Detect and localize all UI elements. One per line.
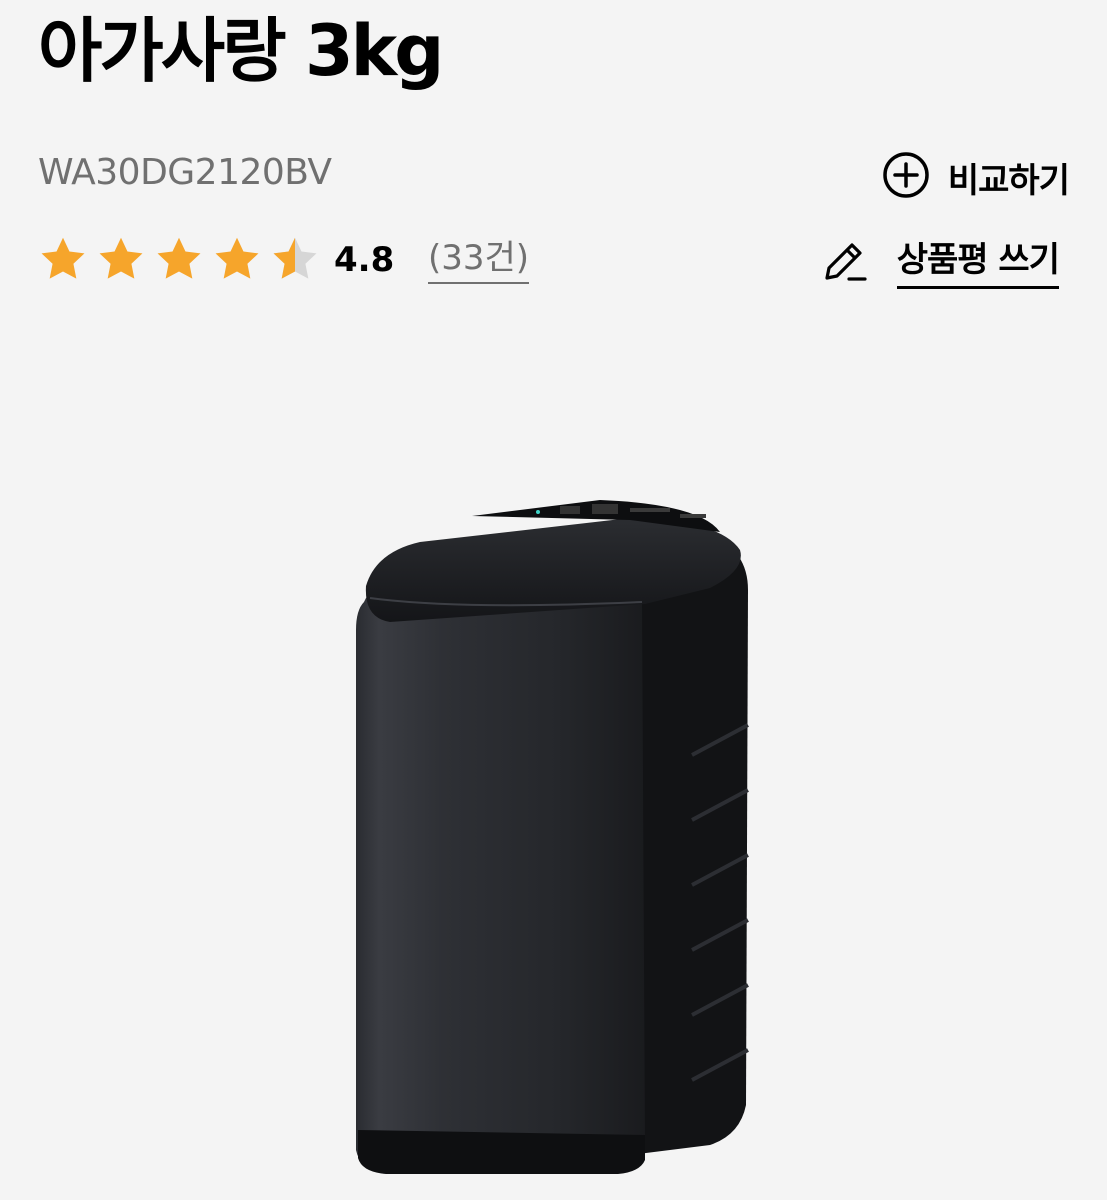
rating-value: 4.8 bbox=[334, 240, 395, 280]
star-icon bbox=[96, 234, 146, 288]
washing-machine-illustration bbox=[356, 500, 749, 1174]
star-icon bbox=[212, 234, 262, 288]
review-count-link[interactable]: (33건) bbox=[428, 236, 530, 284]
product-title: 아가사랑 3kg bbox=[38, 10, 444, 92]
star-icon bbox=[154, 234, 204, 288]
star-rating bbox=[38, 234, 320, 288]
model-number: WA30DG2120BV bbox=[38, 152, 332, 193]
star-icon bbox=[38, 234, 88, 288]
compare-label: 비교하기 bbox=[947, 160, 1070, 201]
pencil-icon bbox=[819, 236, 869, 290]
half-star-icon bbox=[270, 234, 320, 288]
compare-button[interactable]: 비교하기 bbox=[882, 150, 1070, 204]
plus-circle-icon bbox=[882, 151, 930, 203]
product-image bbox=[300, 490, 800, 1184]
write-review-button[interactable]: 상품평 쓰기 bbox=[819, 236, 1060, 290]
write-review-label: 상품평 쓰기 bbox=[896, 238, 1060, 289]
